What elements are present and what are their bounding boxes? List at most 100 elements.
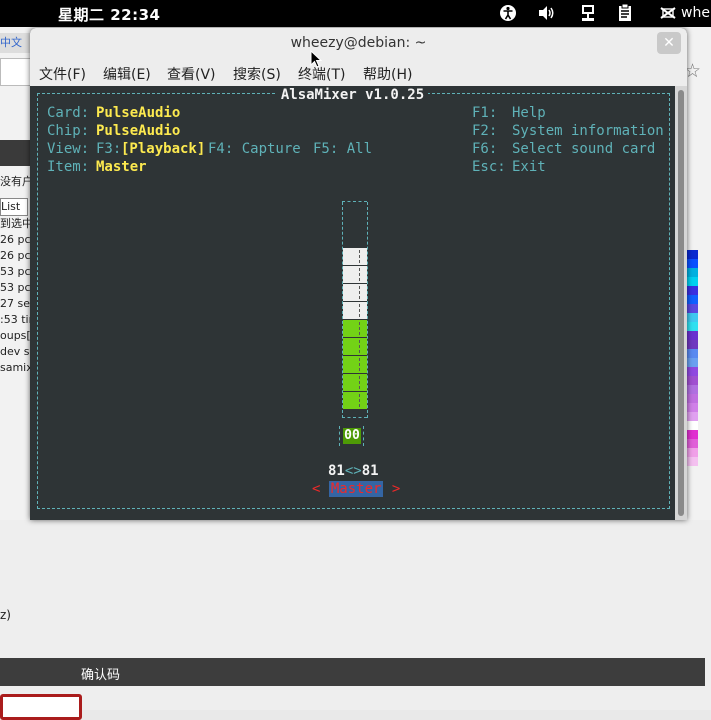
help-text: Select sound card — [512, 141, 656, 157]
scrollbar-thumb[interactable] — [678, 90, 684, 516]
background-line: samix — [0, 361, 32, 374]
palette-swatch[interactable] — [686, 349, 698, 358]
color-palette — [686, 250, 698, 466]
menu-search[interactable]: 搜索(S) — [233, 64, 281, 84]
palette-swatch[interactable] — [686, 295, 698, 304]
channel-right-bracket: > — [391, 481, 401, 497]
terminal-title: wheezy@debian: ~ — [290, 35, 427, 51]
help-key: F6: — [472, 141, 498, 157]
palette-swatch[interactable] — [686, 277, 698, 286]
volume-right: 81 — [361, 463, 379, 479]
confirm-code-label: 确认码 — [81, 668, 121, 683]
terminal-scrollbar[interactable] — [675, 86, 687, 520]
volume-segment — [343, 248, 367, 265]
volume-readout: 81<>81 — [328, 463, 379, 479]
palette-swatch[interactable] — [686, 376, 698, 385]
channel-name[interactable]: Master — [328, 481, 384, 497]
item-value: Master — [96, 159, 147, 175]
menu-file[interactable]: 文件(F) — [39, 64, 86, 84]
menu-help[interactable]: 帮助(H) — [363, 64, 412, 84]
menu-edit[interactable]: 编辑(E) — [103, 64, 151, 84]
view-capture: F4: Capture — [208, 141, 301, 157]
help-text: System information — [512, 123, 664, 139]
alsamixer-title: AlsaMixer v1.0.25 — [276, 87, 429, 103]
volume-segment — [343, 356, 367, 373]
help-text: Help — [512, 105, 546, 121]
palette-swatch[interactable] — [686, 322, 698, 331]
alsamixer-title-row: AlsaMixer v1.0.25 — [30, 87, 675, 103]
close-icon[interactable]: ✕ — [657, 32, 681, 54]
browser-tab[interactable]: 中文 — [0, 33, 30, 53]
help-key: F2: — [472, 123, 498, 139]
palette-swatch[interactable] — [686, 394, 698, 403]
channel-selector[interactable]: < Master > — [312, 481, 400, 497]
user-name[interactable]: whe — [681, 5, 710, 21]
mouse-cursor-icon — [310, 50, 322, 68]
channel-left-bracket: < — [312, 481, 321, 497]
palette-swatch[interactable] — [686, 439, 698, 448]
clipboard-icon[interactable] — [617, 3, 633, 23]
palette-swatch[interactable] — [686, 412, 698, 421]
chip-value: PulseAudio — [96, 123, 181, 139]
palette-swatch[interactable] — [686, 448, 698, 457]
volume-icon[interactable] — [538, 3, 556, 23]
view-playback: [Playback] — [121, 141, 206, 157]
background-line: 53 pc — [0, 265, 31, 278]
card-label: Card: — [47, 105, 90, 121]
background-text: z) — [0, 608, 11, 622]
view-f3-key: F3: — [96, 141, 122, 157]
background-line: dev sc — [0, 345, 32, 358]
confirm-code-input[interactable] — [0, 694, 82, 720]
background-line: 没有户 — [0, 175, 32, 188]
top-panel: 星期二 22:34 whe — [0, 0, 711, 27]
browser-dark-band — [0, 140, 30, 166]
user-icon[interactable] — [660, 3, 676, 23]
help-text: Exit — [512, 159, 546, 175]
help-key: F1: — [472, 105, 498, 121]
palette-swatch[interactable] — [686, 268, 698, 277]
background-list-button[interactable]: List — [0, 198, 28, 216]
background-line: 26 pc — [0, 249, 31, 262]
palette-swatch[interactable] — [686, 430, 698, 439]
volume-segment — [343, 284, 367, 301]
volume-segment — [343, 266, 367, 283]
mute-toggle[interactable]: 00 — [343, 428, 361, 444]
palette-swatch[interactable] — [686, 385, 698, 394]
volume-segment — [343, 374, 367, 391]
background-line: 26 pc — [0, 233, 31, 246]
volume-segment — [343, 320, 367, 337]
palette-swatch[interactable] — [686, 457, 698, 466]
terminal-window[interactable]: wheezy@debian: ~ ✕ 文件(F) 编辑(E) 查看(V) 搜索(… — [30, 28, 687, 520]
volume-separator: <> — [344, 463, 362, 479]
palette-swatch[interactable] — [686, 421, 698, 430]
background-line: 27 se — [0, 297, 30, 310]
card-value: PulseAudio — [96, 105, 181, 121]
palette-swatch[interactable] — [686, 403, 698, 412]
volume-bar-bottom — [342, 417, 367, 419]
volume-left: 81 — [328, 463, 345, 479]
palette-swatch[interactable] — [686, 286, 698, 295]
network-icon[interactable] — [580, 3, 596, 23]
palette-swatch[interactable] — [686, 358, 698, 367]
terminal-titlebar[interactable]: wheezy@debian: ~ ✕ — [30, 28, 687, 60]
palette-swatch[interactable] — [686, 367, 698, 376]
mute-box-left — [339, 426, 341, 446]
background-line: oups[ — [0, 329, 31, 342]
terminal-screen[interactable]: AlsaMixer v1.0.25 Card: PulseAudio Chip:… — [30, 86, 675, 520]
background-line: 到选中 — [0, 217, 32, 230]
view-label: View: — [47, 141, 90, 157]
palette-swatch[interactable] — [686, 331, 698, 340]
volume-segment — [343, 392, 367, 409]
volume-segment — [343, 302, 367, 319]
browser-url-field[interactable] — [0, 58, 32, 86]
mute-box-right — [363, 426, 365, 446]
clock[interactable]: 星期二 22:34 — [58, 4, 160, 25]
menu-view[interactable]: 查看(V) — [167, 64, 216, 84]
item-label: Item: — [47, 159, 90, 175]
palette-swatch[interactable] — [686, 304, 698, 313]
accessibility-icon[interactable] — [499, 3, 517, 23]
palette-swatch[interactable] — [686, 259, 698, 268]
palette-swatch[interactable] — [686, 313, 698, 322]
palette-swatch[interactable] — [686, 340, 698, 349]
palette-swatch[interactable] — [686, 250, 698, 259]
